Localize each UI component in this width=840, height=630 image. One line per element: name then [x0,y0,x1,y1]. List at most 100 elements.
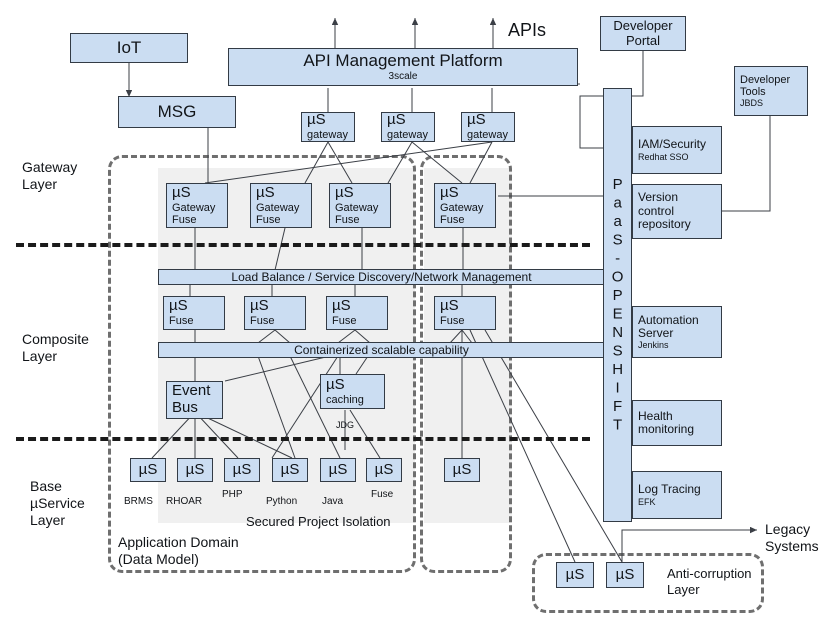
us-gateway-box-1[interactable]: µS gateway [301,112,355,142]
base-tech-label-brms: BRMS [124,496,153,507]
legacy-systems-label: Legacy Systems [765,521,819,554]
automation-server-subtitle: Jenkins [638,340,669,351]
us-gateway-box-2[interactable]: µS gateway [381,112,435,142]
us-gateway-2-t2: gateway [387,129,428,142]
gw-fuse-4-t3: Fuse [440,213,465,226]
load-balance-label: Load Balance / Service Discovery/Network… [231,270,532,284]
comp-fuse-1-t1: µS [169,297,188,315]
version-control-box[interactable]: Version control repository [632,184,722,239]
developer-portal-line2: Portal [626,32,660,48]
composite-us-fuse-box-4[interactable]: µS Fuse [434,296,496,330]
iot-box[interactable]: IoT [70,33,188,63]
developer-portal-line1: Developer [613,17,673,33]
base-layer-label: Base µService Layer [30,478,85,528]
gw-fuse-1-t1: µS [172,183,191,201]
comp-fuse-3-t1: µS [332,297,351,315]
event-bus-box[interactable]: Event Bus [166,381,223,419]
us-gateway-3-t2: gateway [467,129,508,142]
gw-fuse-4-t2: Gateway [440,201,484,214]
iam-security-box[interactable]: IAM/Security Redhat SSO [632,126,722,174]
log-tracing-subtitle: EFK [638,496,656,507]
caching-note-label: JDG [336,420,354,430]
anti-corruption-us-box-1[interactable]: µS [556,562,594,588]
developer-tools-subtitle: JBDS [740,98,764,109]
secured-isolation-caption: Secured Project Isolation [246,514,391,529]
base-us-box-1[interactable]: µS [130,458,166,482]
composite-us-fuse-box-3[interactable]: µS Fuse [326,296,388,330]
automation-server-box[interactable]: Automation Server Jenkins [632,306,722,358]
gw-fuse-1-t3: Fuse [172,213,197,226]
event-bus-line1: Event [172,382,211,400]
anti-corruption-caption: Anti-corruption Layer [667,566,752,597]
version-control-title: Version control repository [638,190,691,232]
automation-server-title: Automation Server [638,312,699,340]
gateway-layer-label: Gateway Layer [22,159,78,192]
application-domain-caption: Application Domain (Data Model) [118,534,239,567]
base-us-box-7[interactable]: µS [444,458,480,482]
us-gateway-1-t2: gateway [307,129,348,142]
gw-fuse-3-t2: Gateway [335,201,379,214]
us-caching-box[interactable]: µS caching [320,374,385,409]
us-gateway-3-t1: µS [467,111,486,129]
base-us-box-2[interactable]: µS [177,458,213,482]
gw-fuse-1-t2: Gateway [172,201,216,214]
health-monitoring-box[interactable]: Health monitoring [632,400,722,446]
base-tech-label-fuse: Fuse [371,489,394,500]
us-gateway-fuse-box-1[interactable]: µS Gateway Fuse [166,183,228,228]
paas-openshift-label: PaaS-OPENSHIFT [609,175,627,435]
comp-fuse-2-t1: µS [250,297,269,315]
base-us-box-4[interactable]: µS [272,458,308,482]
gw-fuse-3-t1: µS [335,183,354,201]
base-us-box-3[interactable]: µS [224,458,260,482]
composite-layer-label: Composite Layer [22,331,89,364]
us-gateway-fuse-box-2[interactable]: µS Gateway Fuse [250,183,312,228]
msg-label: MSG [157,102,197,122]
iam-security-subtitle: Redhat SSO [638,151,689,162]
comp-fuse-4-t2: Fuse [440,315,465,328]
caching-t1: µS [326,375,345,393]
paas-openshift-bar[interactable]: PaaS-OPENSHIFT [603,88,632,522]
us-gateway-fuse-box-3[interactable]: µS Gateway Fuse [329,183,391,228]
developer-tools-line2: Tools [740,85,766,98]
developer-tools-line1: Developer [740,73,791,86]
base-us-1-t1: µS [138,460,158,478]
developer-tools-box[interactable]: Developer Tools JBDS [734,66,808,116]
composite-us-fuse-box-1[interactable]: µS Fuse [163,296,225,330]
base-us-5-t1: µS [328,460,348,478]
base-tech-label-java: Java [322,496,344,507]
base-us-box-6[interactable]: µS [366,458,402,482]
health-monitoring-title: Health monitoring [638,408,695,436]
us-gateway-1-t1: µS [307,111,326,129]
containerized-label: Containerized scalable capability [294,343,469,357]
base-tech-label-php: PHP [222,489,243,500]
gw-fuse-2-t1: µS [256,183,275,201]
log-tracing-title: Log Tracing [638,482,701,497]
base-tech-label-python: Python [266,496,298,507]
msg-box[interactable]: MSG [118,96,236,128]
composite-us-fuse-box-2[interactable]: µS Fuse [244,296,306,330]
composite-base-separator [16,437,590,441]
base-us-4-t1: µS [280,460,300,478]
iam-security-title: IAM/Security [638,137,707,152]
diagram-canvas: IoT MSG API Management Platform 3scale A… [0,0,840,630]
caching-t2: caching [326,393,364,406]
base-us-6-t1: µS [374,460,394,478]
api-management-platform-box[interactable]: API Management Platform 3scale [228,48,578,86]
containerized-capability-bar[interactable]: Containerized scalable capability [158,342,605,358]
anti-corruption-us-box-2[interactable]: µS [606,562,644,588]
api-platform-title: API Management Platform [303,51,503,71]
load-balance-bar[interactable]: Load Balance / Service Discovery/Network… [158,269,605,285]
gw-fuse-2-t3: Fuse [256,213,281,226]
base-us-2-t1: µS [185,460,205,478]
base-us-box-5[interactable]: µS [320,458,356,482]
developer-portal-box[interactable]: Developer Portal [600,16,686,51]
api-platform-subtitle: 3scale [388,71,418,83]
comp-fuse-2-t2: Fuse [250,315,275,328]
us-gateway-box-3[interactable]: µS gateway [461,112,515,142]
gw-fuse-2-t2: Gateway [256,201,300,214]
log-tracing-box[interactable]: Log Tracing EFK [632,471,722,519]
ac-us-1-t1: µS [565,565,585,583]
us-gateway-fuse-box-4[interactable]: µS Gateway Fuse [434,183,496,228]
comp-fuse-4-t1: µS [440,297,459,315]
ac-us-2-t1: µS [615,565,635,583]
